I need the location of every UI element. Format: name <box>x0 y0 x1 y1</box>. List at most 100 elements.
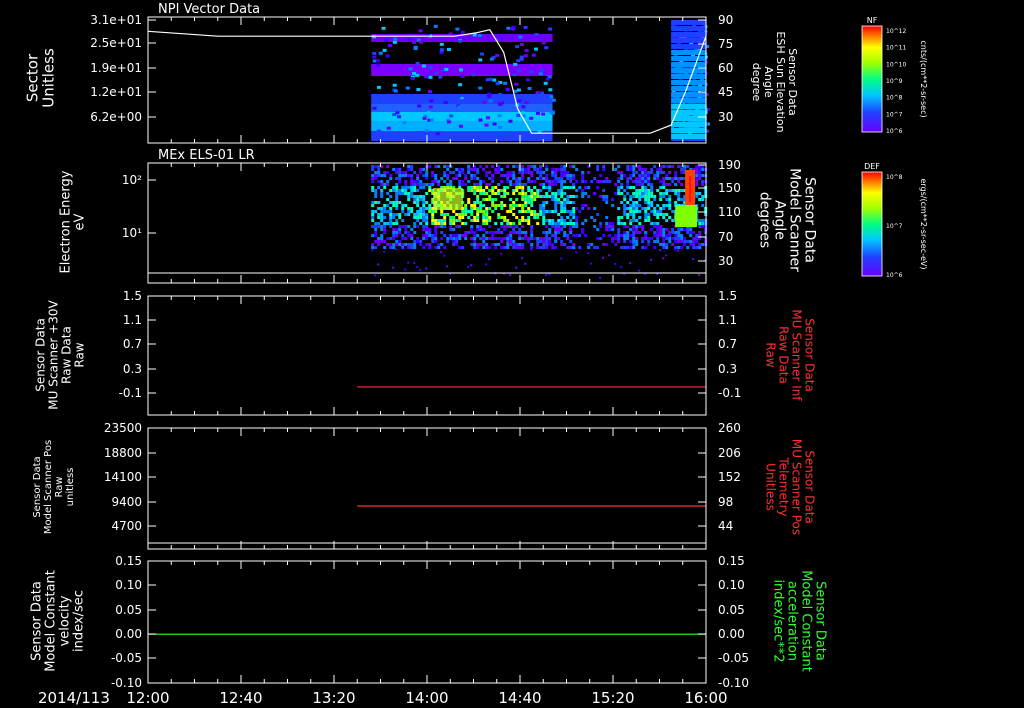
els-cell <box>629 198 633 201</box>
els-cell <box>389 243 393 246</box>
els-cell <box>674 201 678 204</box>
els-cell <box>482 243 486 246</box>
els-cell <box>677 192 681 195</box>
els-cell <box>698 192 702 195</box>
els-hotspot <box>675 205 698 227</box>
els-cell <box>542 204 546 207</box>
els-cell <box>641 174 645 177</box>
els-cell <box>497 192 501 195</box>
right-tick-label: 1.5 <box>718 289 737 303</box>
els-cell <box>371 234 375 237</box>
els-cell <box>557 219 561 222</box>
els-cell <box>659 249 662 252</box>
els-cell <box>629 207 633 210</box>
els-cell <box>440 251 443 254</box>
els-cell <box>434 174 438 177</box>
els-cell <box>416 180 420 183</box>
els-cell <box>674 189 678 192</box>
els-cell <box>677 177 681 180</box>
els-cell <box>581 174 585 177</box>
npi-cell <box>671 92 706 97</box>
y-label-line: Model Constant <box>44 570 59 672</box>
els-cell <box>659 195 663 198</box>
els-cell <box>554 180 558 183</box>
els-cell <box>527 222 531 225</box>
els-cell <box>419 195 423 198</box>
els-cell <box>593 207 597 210</box>
els-cell <box>635 231 639 234</box>
els-cell <box>692 258 695 261</box>
els-cell <box>401 186 405 189</box>
els-cell <box>554 210 558 213</box>
els-cell <box>494 192 498 195</box>
els-cell <box>674 237 678 240</box>
els-cell <box>392 204 396 207</box>
y2-label: Sensor DataMU Scanner InfRaw DataRaw <box>763 309 816 401</box>
els-cell <box>383 171 387 174</box>
npi-cell <box>395 111 400 115</box>
els-cell <box>680 189 684 192</box>
left-tick-label: 1.1 <box>123 313 142 327</box>
els-cell <box>560 165 564 168</box>
npi-band <box>371 131 553 141</box>
els-cell <box>518 171 522 174</box>
els-cell <box>575 207 579 210</box>
els-cell <box>500 168 504 171</box>
els-cell <box>659 243 663 246</box>
els-cell <box>644 177 648 180</box>
els-cell <box>545 168 549 171</box>
els-cell <box>407 261 410 264</box>
els-cell <box>563 174 567 177</box>
els-cell <box>629 213 633 216</box>
els-cell <box>518 234 522 237</box>
els-cell <box>488 219 492 222</box>
npi-cell <box>538 72 543 76</box>
npi-cell <box>402 121 407 125</box>
els-cell <box>602 165 606 168</box>
npi-cell <box>482 100 487 104</box>
npi-cell <box>671 128 706 133</box>
els-cell <box>383 207 387 210</box>
nf-colorbar-tick: 10^11 <box>886 45 906 52</box>
els-cell <box>416 183 420 186</box>
els-cell <box>509 225 513 228</box>
els-cell <box>575 225 579 228</box>
els-cell <box>545 195 549 198</box>
els-cell <box>623 225 627 228</box>
els-cell <box>377 171 381 174</box>
els-cell <box>701 180 705 183</box>
els-cell <box>395 204 399 207</box>
els-cell <box>512 222 516 225</box>
npi-cell <box>551 98 556 102</box>
els-cell <box>476 228 480 231</box>
els-cell <box>605 243 609 246</box>
els-cell <box>422 207 426 210</box>
els-cell <box>479 192 483 195</box>
npi-cell <box>492 122 497 126</box>
els-cell <box>647 171 651 174</box>
els-cell <box>656 171 660 174</box>
els-cell <box>476 210 480 213</box>
els-cell <box>524 195 528 198</box>
els-cell <box>482 180 486 183</box>
npi-cell <box>484 123 489 127</box>
els-cell <box>506 177 510 180</box>
els-cell <box>653 210 657 213</box>
right-tick-label: -0.05 <box>718 651 749 665</box>
els-cell <box>509 240 513 243</box>
els-cell <box>497 171 501 174</box>
els-cell <box>644 246 648 249</box>
els-cell <box>635 228 639 231</box>
npi-cell <box>671 134 706 139</box>
els-cell <box>647 183 651 186</box>
npi-cell <box>671 68 706 73</box>
right-tick-label: 60 <box>718 61 733 75</box>
els-cell <box>500 237 504 240</box>
els-cell <box>506 171 510 174</box>
els-cell <box>476 189 480 192</box>
els-cell <box>497 189 501 192</box>
els-cell <box>413 198 417 201</box>
els-cell <box>671 165 675 168</box>
els-cell <box>485 198 489 201</box>
els-cell <box>521 216 525 219</box>
